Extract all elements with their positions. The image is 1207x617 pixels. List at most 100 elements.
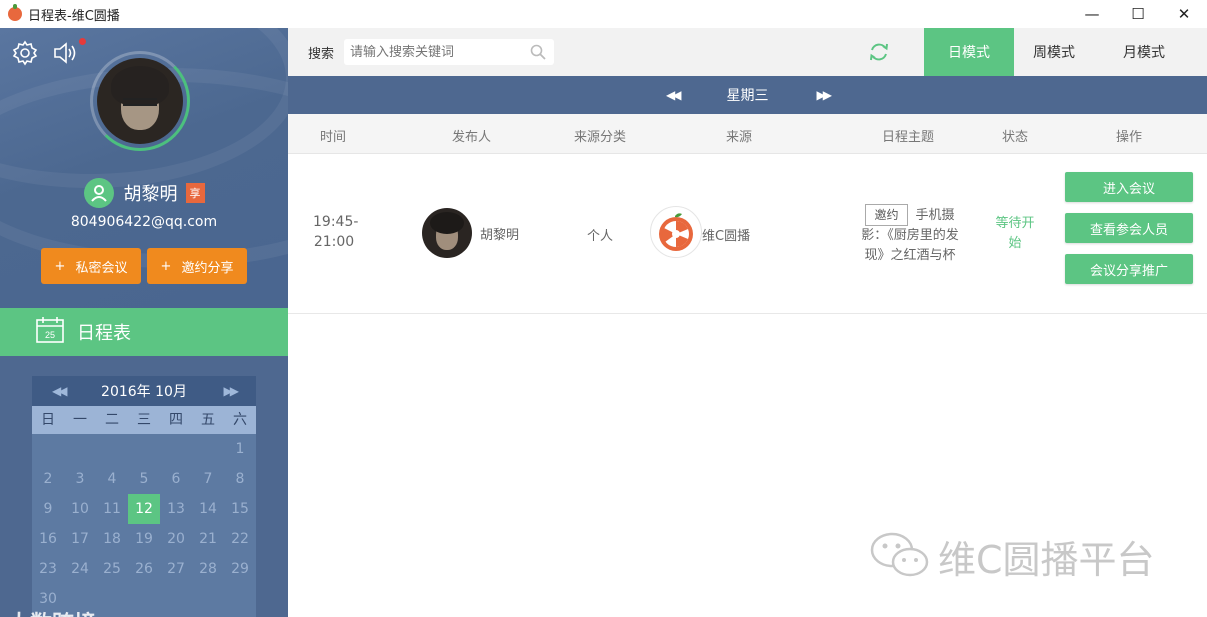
calendar-day[interactable]: 24 <box>64 554 96 584</box>
private-meeting-button[interactable]: + 私密会议 <box>41 248 141 284</box>
calendar-day[interactable]: 7 <box>192 464 224 494</box>
calendar-empty-day <box>96 434 128 464</box>
maximize-button[interactable]: ☐ <box>1115 0 1161 28</box>
user-icon <box>83 178 114 208</box>
header-actions: 操作 <box>1116 130 1143 145</box>
weekday-label: 四 <box>169 412 183 428</box>
calendar-day[interactable]: 3 <box>64 464 96 494</box>
speaker-icon[interactable] <box>52 40 80 66</box>
plus-icon: + <box>160 258 172 274</box>
cell-status: 等待开 始 <box>990 214 1040 254</box>
wechat-icon <box>870 532 929 577</box>
calendar-day[interactable]: 23 <box>32 554 64 584</box>
calendar-day[interactable]: 6 <box>160 464 192 494</box>
minimize-button[interactable]: — <box>1069 0 1115 28</box>
calendar-day[interactable]: 4 <box>96 464 128 494</box>
calendar-month-label: 2016年 10月 <box>101 384 187 400</box>
calendar-day[interactable]: 5 <box>128 464 160 494</box>
calendar-day[interactable]: 29 <box>224 554 256 584</box>
status-line-2: 始 <box>1008 236 1022 251</box>
next-day-icon[interactable]: ▶▶ <box>817 88 833 102</box>
private-meeting-label: 私密会议 <box>75 260 128 276</box>
invite-share-label: 邀约分享 <box>181 260 234 276</box>
header-category: 来源分类 <box>574 130 627 145</box>
search-label: 搜索 <box>308 46 335 62</box>
calendar-day[interactable]: 21 <box>192 524 224 554</box>
share-badge: 享 <box>185 183 205 203</box>
share-meeting-button[interactable]: 会议分享推广 <box>1065 254 1193 284</box>
calendar-day[interactable]: 13 <box>160 494 192 524</box>
invite-share-button[interactable]: + 邀约分享 <box>147 248 247 284</box>
avatar[interactable] <box>97 58 183 144</box>
cell-time: 19:45- 21:00 <box>313 212 359 252</box>
calendar-day[interactable]: 17 <box>64 524 96 554</box>
calendar-day[interactable]: 9 <box>32 494 64 524</box>
gear-icon[interactable] <box>12 40 38 66</box>
prev-day-icon[interactable]: ◀◀ <box>666 88 682 102</box>
calendar-day[interactable]: 16 <box>32 524 64 554</box>
topic-line-3: 现》之红酒与杯 <box>864 248 956 263</box>
watermark-right: 维C圆播平台 <box>868 528 1155 584</box>
cell-category: 个人 <box>587 229 614 244</box>
calendar-day[interactable]: 20 <box>160 524 192 554</box>
weekday-label: 六 <box>233 412 247 428</box>
calendar-day[interactable]: 27 <box>160 554 192 584</box>
orange-slice-icon <box>659 213 693 251</box>
search-input[interactable] <box>344 41 515 63</box>
header-status: 状态 <box>1002 130 1029 145</box>
user-email: 804906422@qq.com <box>70 214 218 230</box>
window-controls: — ☐ ✕ <box>1069 0 1207 28</box>
day-navigation-bar: ◀◀ 星期三 ▶▶ <box>288 76 1207 114</box>
calendar-day[interactable]: 14 <box>192 494 224 524</box>
svg-text:25: 25 <box>45 330 55 340</box>
calendar-empty-day <box>64 434 96 464</box>
calendar-day[interactable]: 11 <box>96 494 128 524</box>
prev-month-icon[interactable]: ◀◀ <box>52 384 68 398</box>
calendar-days: 1 2 3 4 5 6 7 8 9 10 11 12 13 14 15 16 17 18 19 20 21 22 23 24 2… <box>32 434 256 614</box>
calendar-day[interactable]: 2 <box>32 464 64 494</box>
weekday-label: 五 <box>201 412 215 428</box>
calendar-day[interactable]: 12 <box>128 494 160 524</box>
header-topic: 日程主题 <box>882 130 935 145</box>
weekday-label: 日 <box>41 412 55 428</box>
next-month-icon[interactable]: ▶▶ <box>224 384 240 398</box>
invite-tag: 邀约 <box>865 204 908 226</box>
calendar-day[interactable]: 22 <box>224 524 256 554</box>
close-button[interactable]: ✕ <box>1161 0 1207 28</box>
time-end: 21:00 <box>313 234 355 250</box>
calendar-weekdays: 日 一 二 三 四 五 六 <box>32 406 256 434</box>
time-start: 19:45- <box>313 214 359 230</box>
tab-day-mode[interactable]: 日模式 <box>924 28 1014 76</box>
notification-dot <box>79 38 86 45</box>
status-line-1: 等待开 <box>995 216 1035 231</box>
enter-meeting-button[interactable]: 进入会议 <box>1065 172 1193 202</box>
top-toolbar: 搜索 日模式 周模式 月模式 <box>288 28 1207 76</box>
calendar-day[interactable]: 8 <box>224 464 256 494</box>
header-publisher: 发布人 <box>452 130 492 145</box>
table-header: 时间 发布人 来源分类 来源 日程主题 状态 操作 <box>288 114 1207 154</box>
calendar-day[interactable]: 28 <box>192 554 224 584</box>
search-icon[interactable] <box>530 44 546 64</box>
calendar-day[interactable]: 19 <box>128 524 160 554</box>
topic-line-2: 影：《厨房里的发 <box>861 228 959 243</box>
calendar-day[interactable]: 10 <box>64 494 96 524</box>
calendar-day[interactable]: 18 <box>96 524 128 554</box>
user-name: 胡黎明 <box>123 184 178 205</box>
schedule-section-header[interactable]: 25 日程表 <box>0 308 288 356</box>
plus-icon: + <box>54 258 66 274</box>
view-attendees-button[interactable]: 查看参会人员 <box>1065 213 1193 243</box>
calendar-day[interactable]: 26 <box>128 554 160 584</box>
app-logo-icon <box>8 4 22 21</box>
watermark-left: 大数跨境 <box>8 606 96 617</box>
header-source: 来源 <box>726 130 753 145</box>
tab-week-mode[interactable]: 周模式 <box>1009 28 1099 76</box>
topic-line-1: 手机摄 <box>915 208 955 223</box>
calendar-day[interactable]: 25 <box>96 554 128 584</box>
calendar-day[interactable]: 1 <box>224 434 256 464</box>
cell-topic[interactable]: 邀约 手机摄 影：《厨房里的发 现》之红酒与杯 <box>850 204 970 266</box>
calendar-day[interactable]: 15 <box>224 494 256 524</box>
refresh-icon[interactable] <box>868 41 890 67</box>
tab-month-mode[interactable]: 月模式 <box>1099 28 1189 76</box>
watermark-right-text: 维C圆播平台 <box>938 537 1155 582</box>
source-logo <box>650 206 702 258</box>
